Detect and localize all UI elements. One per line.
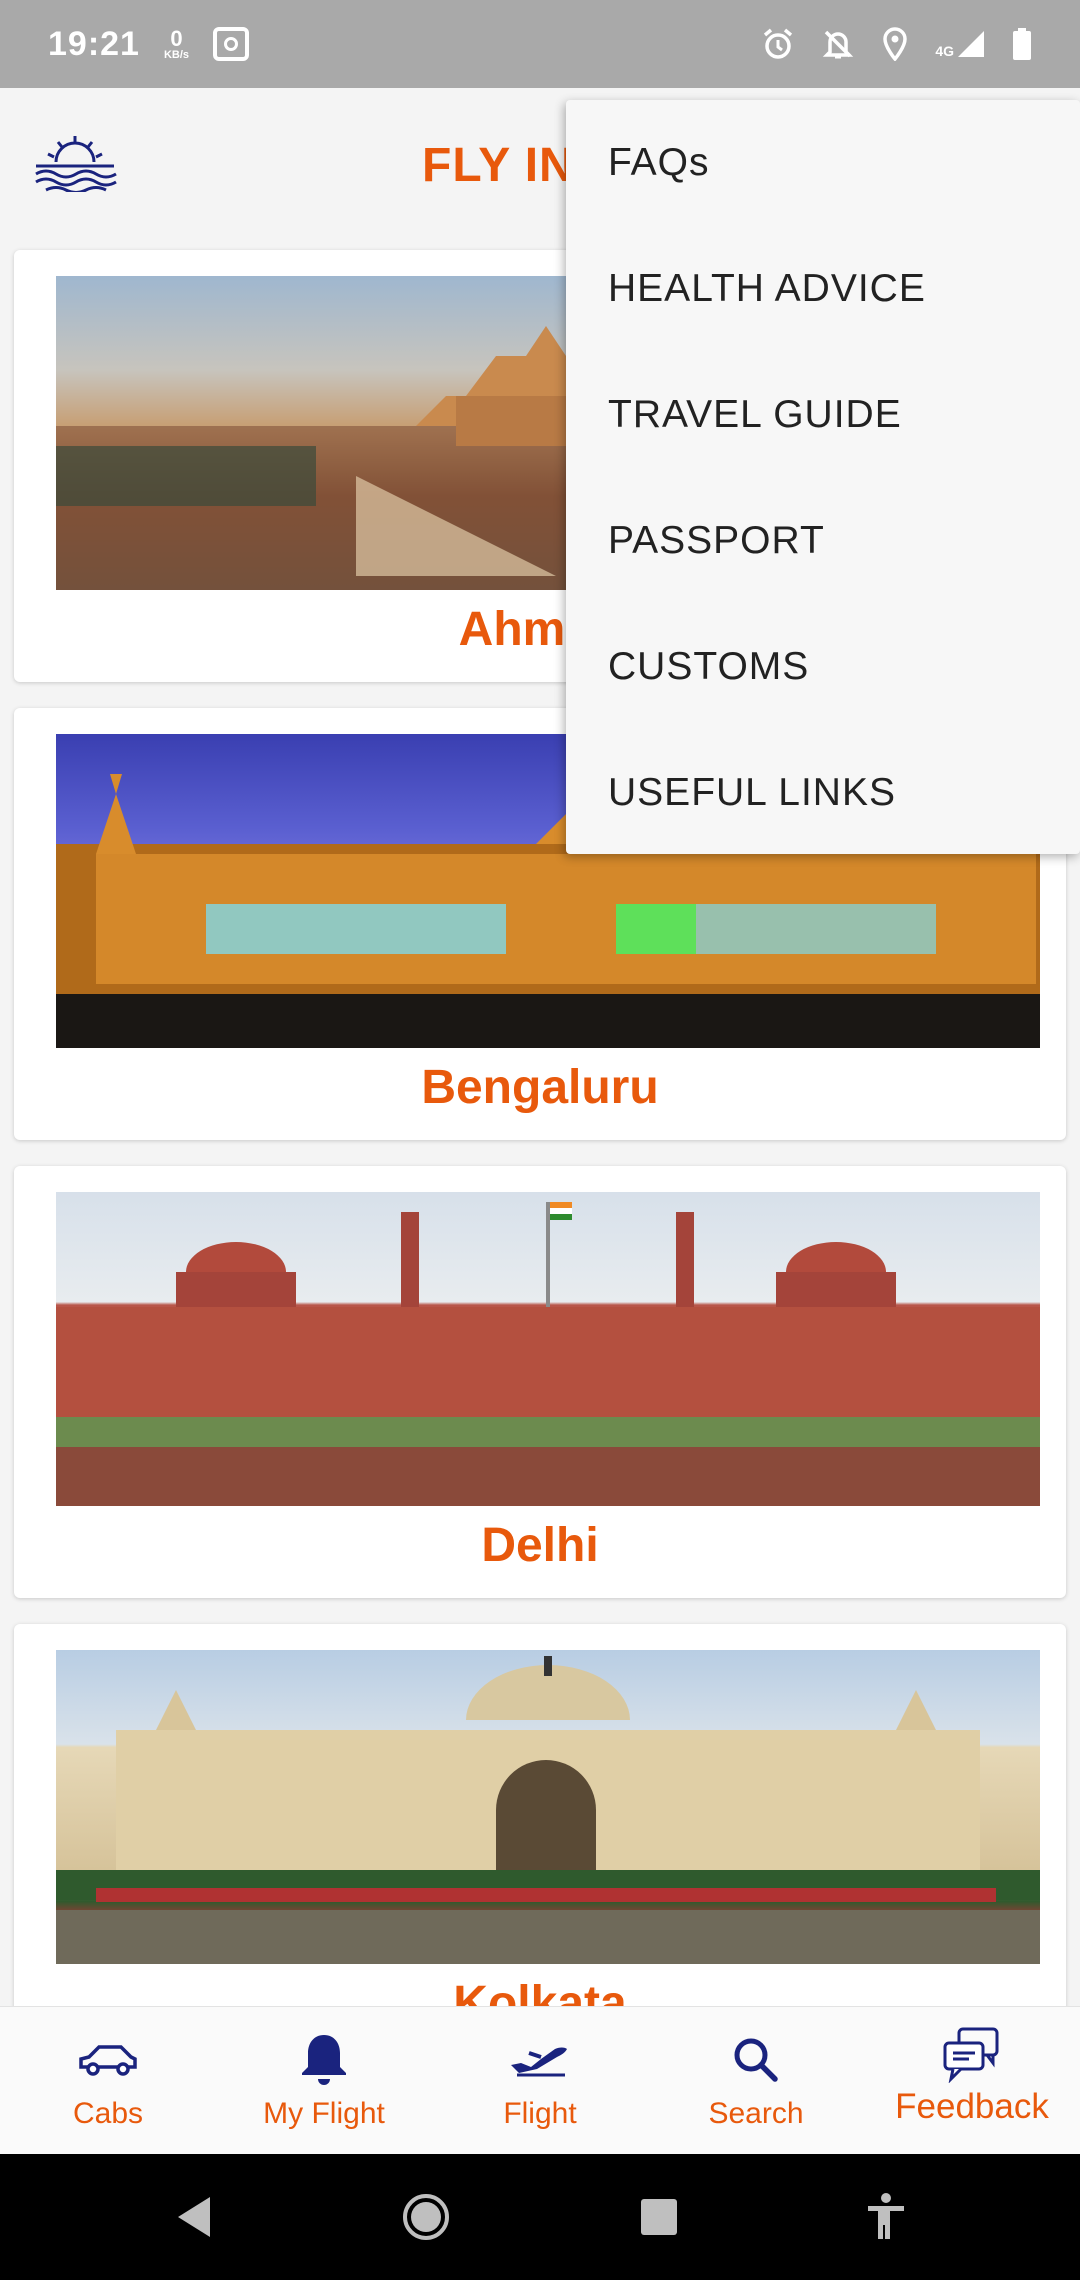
home-icon[interactable] [401,2192,451,2242]
nav-label: Search [708,2097,804,2130]
nav-label: Flight [503,2097,577,2130]
menu-item-passport[interactable]: PASSPORT [566,478,1080,604]
recents-icon[interactable] [639,2197,679,2237]
city-image-kolkata [56,1650,1040,1964]
nav-label: Feedback [895,2087,1049,2126]
bell-icon [302,2035,346,2085]
nav-item-feedback[interactable]: Feedback [864,2007,1080,2154]
nav-item-flight[interactable]: Flight [432,2007,648,2154]
status-icons: 4G [761,27,1032,61]
bottom-navigation: Cabs My Flight Flight Search Feedback [0,2006,1080,2154]
menu-item-health-advice[interactable]: HEALTH ADVICE [566,226,1080,352]
feedback-icon [943,2027,999,2083]
city-name: Delhi [481,1519,599,1572]
nav-label: My Flight [263,2097,385,2130]
city-name: Bengaluru [421,1061,659,1114]
network-speed-unit: KB/s [163,48,190,61]
signal-icon [958,31,984,57]
location-icon [883,27,908,61]
alarm-icon [764,28,793,59]
status-bar: 19:21 0 KB/s 4G [0,0,1080,88]
app-title: FLY IN [422,139,575,192]
menu-item-customs[interactable]: CUSTOMS [566,604,1080,730]
menu-item-travel-guide[interactable]: TRAVEL GUIDE [566,352,1080,478]
system-navigation-bar [0,2154,1080,2280]
city-image-delhi [56,1192,1040,1506]
nav-item-my-flight[interactable]: My Flight [216,2007,432,2154]
status-time: 19:21 [48,24,140,63]
overflow-menu: FAQs HEALTH ADVICE TRAVEL GUIDE PASSPORT… [566,100,1080,854]
nav-item-cabs[interactable]: Cabs [0,2007,216,2154]
car-icon [79,2045,137,2076]
screenshot-icon [213,27,250,61]
nav-item-search[interactable]: Search [648,2007,864,2154]
notifications-off-icon [823,30,854,59]
nav-label: Cabs [72,2097,144,2130]
back-icon[interactable] [174,2195,214,2239]
menu-item-useful-links[interactable]: USEFUL LINKS [566,730,1080,856]
network-speed-value: 0 [170,25,183,51]
signal-label: 4G [935,43,954,59]
accessibility-icon[interactable] [866,2192,906,2242]
menu-item-faqs[interactable]: FAQs [566,100,1080,226]
search-icon [734,2038,778,2082]
signal-strength: 4G [935,29,986,59]
city-card-kolkata[interactable]: Kolkata [14,1624,1066,2056]
battery-icon [1013,28,1031,60]
network-speed: 0 KB/s [163,25,190,61]
sunrise-logo-icon[interactable] [32,132,118,192]
plane-icon [511,2047,567,2077]
city-card-delhi[interactable]: Delhi [14,1166,1066,1598]
